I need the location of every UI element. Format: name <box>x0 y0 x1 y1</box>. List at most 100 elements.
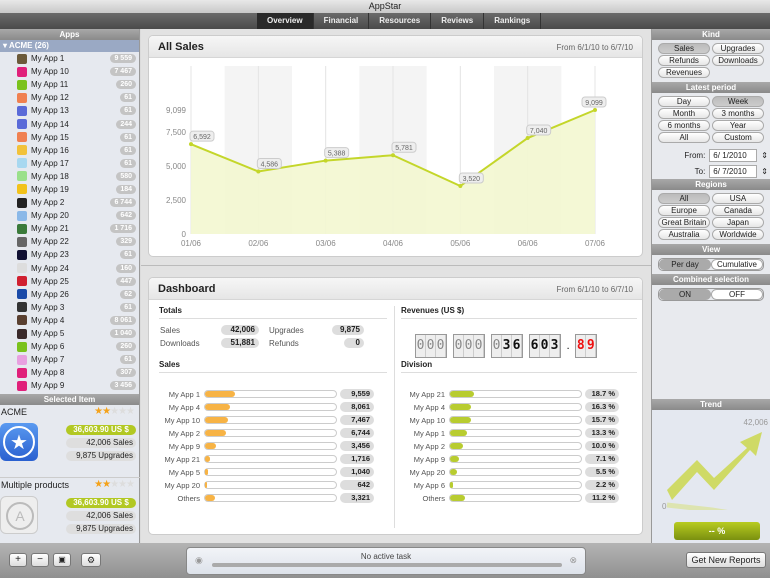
app-name: My App 24 <box>31 263 69 273</box>
regions-option-great-britain[interactable]: Great Britain <box>658 217 710 228</box>
get-new-reports-button[interactable]: Get New Reports <box>686 552 766 568</box>
tab-resources[interactable]: Resources <box>369 13 432 29</box>
app-name: My App 16 <box>31 145 69 155</box>
app-count-badge: 1 040 <box>110 329 136 339</box>
kind-option-revenues[interactable]: Revenues <box>658 67 710 78</box>
data-point <box>391 153 395 158</box>
regions-option-all[interactable]: All <box>658 193 710 204</box>
bar-value: 6,744 <box>340 428 374 438</box>
period-option-day[interactable]: Day <box>658 96 710 107</box>
revenues-section: Revenues (US $) 000000036603.89 <box>401 306 637 366</box>
app-list-item[interactable]: My App 19 184 <box>0 183 139 196</box>
app-list-item[interactable]: My App 2 6 744 <box>0 196 139 209</box>
period-option-6-months[interactable]: 6 months <box>658 120 710 131</box>
regions-option-europe[interactable]: Europe <box>658 205 710 216</box>
bar-value: 8,061 <box>340 402 374 412</box>
app-list-item[interactable]: My App 26 62 <box>0 288 139 301</box>
regions-option-japan[interactable]: Japan <box>712 217 764 228</box>
regions-header: Regions <box>652 179 770 190</box>
bar-fill <box>450 456 460 462</box>
app-list-item[interactable]: My App 7 61 <box>0 353 139 366</box>
combined-option-on[interactable]: ON <box>659 289 711 300</box>
star-filled-icon: ★ <box>102 479 111 491</box>
combined-option-off[interactable]: OFF <box>711 289 763 300</box>
bar-track <box>204 390 337 398</box>
app-icon <box>17 119 27 130</box>
app-list-item[interactable]: My App 4 8 061 <box>0 314 139 327</box>
app-list-item[interactable]: My App 3 61 <box>0 301 139 314</box>
add-button[interactable]: + <box>9 553 27 567</box>
bar-track <box>449 481 582 489</box>
app-list-item[interactable]: My App 20 642 <box>0 209 139 222</box>
split-divider[interactable] <box>141 265 651 269</box>
stop-icon[interactable]: ◉ <box>195 555 203 566</box>
cancel-icon[interactable]: ⊗ <box>569 555 577 566</box>
app-list-item[interactable]: My App 22 329 <box>0 235 139 248</box>
app-list-item[interactable]: My App 1 9 559 <box>0 52 139 65</box>
app-list-item[interactable]: My App 6 260 <box>0 340 139 353</box>
app-list-item[interactable]: My App 8 307 <box>0 366 139 379</box>
star-empty-icon: ★ <box>126 406 135 418</box>
app-list-item[interactable]: My App 11 260 <box>0 78 139 91</box>
app-list-item[interactable]: My App 21 1 716 <box>0 222 139 235</box>
tab-overview[interactable]: Overview <box>257 13 314 29</box>
to-stepper[interactable]: ⇕ <box>761 167 768 176</box>
period-option-year[interactable]: Year <box>712 120 764 131</box>
app-list-item[interactable]: My App 18 580 <box>0 170 139 183</box>
trend-header: Trend <box>652 399 770 410</box>
from-stepper[interactable]: ⇕ <box>761 151 768 160</box>
selected-item-title: Multiple products <box>1 480 70 491</box>
app-count-badge: 61 <box>120 355 136 365</box>
digit-group: 036 <box>491 334 523 358</box>
period-option-week[interactable]: Week <box>712 96 764 107</box>
app-list-item[interactable]: My App 25 447 <box>0 275 139 288</box>
settings-gear-icon[interactable]: ⚙ <box>81 553 101 567</box>
regions-option-australia[interactable]: Australia <box>658 229 710 240</box>
app-list-item[interactable]: My App 5 1 040 <box>0 327 139 340</box>
kind-option-refunds[interactable]: Refunds <box>658 55 710 66</box>
period-header: Latest period <box>652 82 770 93</box>
app-list-item[interactable]: My App 17 61 <box>0 157 139 170</box>
app-list-item[interactable]: My App 16 61 <box>0 144 139 157</box>
app-list-item[interactable]: My App 9 3 456 <box>0 379 139 392</box>
period-option-custom[interactable]: Custom <box>712 132 764 143</box>
to-date-input[interactable]: 6/ 7/2010 <box>709 164 758 178</box>
tab-reviews[interactable]: Reviews <box>431 13 485 29</box>
selected-item-card[interactable]: Multiple products ★★★★★ A 36,603.90 US $42,… <box>0 477 140 547</box>
group-acme[interactable]: ▾ ACME (26) <box>0 40 139 52</box>
kind-option-downloads[interactable]: Downloads <box>712 55 764 66</box>
regions-option-worldwide[interactable]: Worldwide <box>712 229 764 240</box>
counter-digit: 3 <box>550 335 560 357</box>
view-option-per-day[interactable]: Per day <box>659 259 711 270</box>
app-icon <box>17 79 27 90</box>
app-list-item[interactable]: My App 23 61 <box>0 248 139 261</box>
kind-option-sales[interactable]: Sales <box>658 43 710 54</box>
period-option-all[interactable]: All <box>658 132 710 143</box>
app-list-item[interactable]: My App 24 160 <box>0 262 139 275</box>
from-date-input[interactable]: 6/ 1/2010 <box>709 148 758 162</box>
selected-item-card[interactable]: ACME ★★★★★ ★ 36,603.90 US $42,006 Sales 9,87… <box>0 405 140 475</box>
period-option-month[interactable]: Month <box>658 108 710 119</box>
x-tick-label: 02/06 <box>248 239 269 248</box>
app-name: My App 2 <box>31 198 65 208</box>
app-list-item[interactable]: My App 14 244 <box>0 117 139 130</box>
app-name: My App 11 <box>31 80 69 90</box>
menu-button[interactable]: ▣ <box>53 553 71 567</box>
kind-option-upgrades[interactable]: Upgrades <box>712 43 764 54</box>
regions-option-canada[interactable]: Canada <box>712 205 764 216</box>
counter-digit: 6 <box>530 335 540 357</box>
bar-label: Others <box>422 493 445 503</box>
bar-label: My App 5 <box>168 467 200 477</box>
regions-option-usa[interactable]: USA <box>712 193 764 204</box>
app-list-item[interactable]: My App 12 61 <box>0 91 139 104</box>
remove-button[interactable]: − <box>31 553 49 567</box>
all-sales-panel: All Sales From 6/1/10 to 6/7/10 01/06 02/0… <box>148 35 643 257</box>
app-list-item[interactable]: My App 10 7 467 <box>0 65 139 78</box>
app-list-item[interactable]: My App 13 61 <box>0 104 139 117</box>
view-option-cumulative[interactable]: Cumulative <box>711 259 763 270</box>
tab-rankings[interactable]: Rankings <box>484 13 542 29</box>
period-option-3-months[interactable]: 3 months <box>712 108 764 119</box>
tab-financial[interactable]: Financial <box>314 13 370 29</box>
app-list-item[interactable]: My App 15 61 <box>0 131 139 144</box>
revenues-title: Revenues (US $) <box>401 306 637 319</box>
